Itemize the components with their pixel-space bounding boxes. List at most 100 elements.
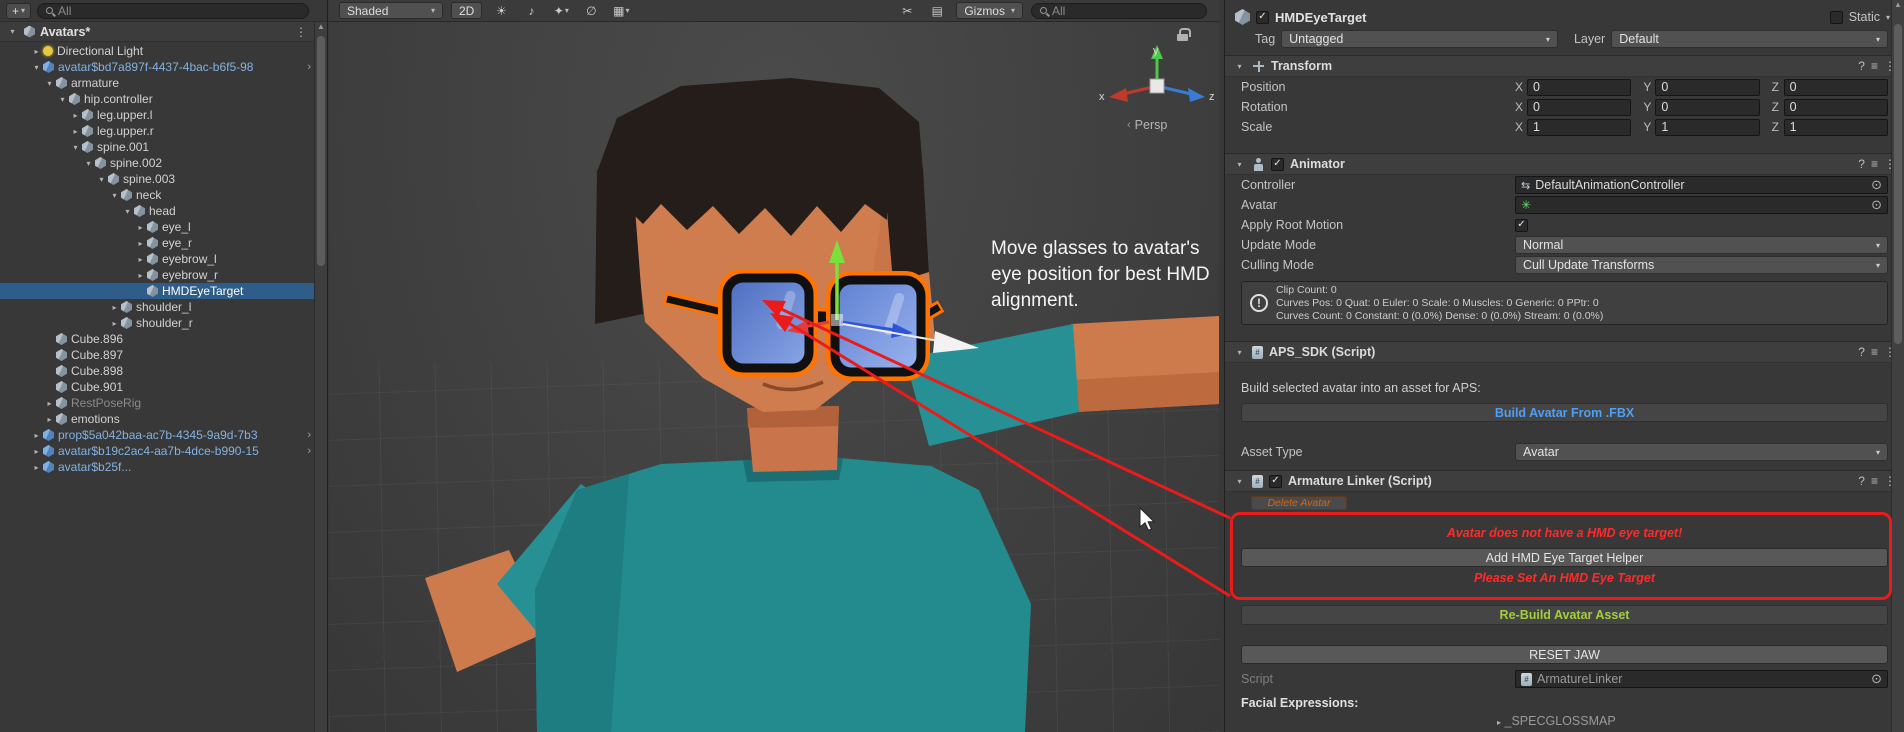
foldout-icon[interactable]: ▸ — [30, 463, 43, 472]
foldout-icon[interactable]: ▾ — [69, 143, 82, 152]
tree-item[interactable]: ▾ avatar$bd7a897f-4437-4bac-b6f5-98 › — [0, 59, 327, 75]
tree-item[interactable]: Cube.901 — [0, 379, 327, 395]
hierarchy-search-input[interactable] — [58, 3, 300, 18]
scale-y-field[interactable]: 1 — [1655, 118, 1760, 136]
animator-enabled-checkbox[interactable]: ✓ — [1271, 157, 1284, 171]
prefab-chevron-icon[interactable]: › — [307, 429, 311, 441]
scale-x-field[interactable]: 1 — [1527, 118, 1632, 136]
asset-type-dropdown[interactable]: Avatar ▾ — [1515, 443, 1888, 461]
inspector-scrollbar[interactable]: ▲ — [1891, 0, 1904, 732]
tree-item[interactable]: ▸ RestPoseRig — [0, 395, 327, 411]
controller-object-field[interactable]: ⇆ DefaultAnimationController ⊙ — [1515, 176, 1888, 194]
foldout-icon[interactable]: ▸ — [108, 303, 121, 312]
tree-item[interactable]: ▸ eye_l — [0, 219, 327, 235]
foldout-icon[interactable]: ▸ — [43, 399, 56, 408]
object-picker-icon[interactable]: ⊙ — [1871, 177, 1882, 193]
rotation-x-field[interactable]: 0 — [1527, 98, 1632, 116]
tree-item[interactable]: ▾ spine.001 — [0, 139, 327, 155]
foldout-icon[interactable]: ▸ — [134, 271, 147, 280]
scene-header-row[interactable]: ▾ Avatars* ⋮ — [0, 22, 327, 42]
rotation-y-field[interactable]: 0 — [1655, 98, 1760, 116]
transform-component-header[interactable]: ▾ Transform ? ≡ ⋮ — [1225, 55, 1904, 77]
foldout-icon[interactable]: ▸ — [30, 447, 43, 456]
foldout-icon[interactable]: ▾ — [1233, 62, 1246, 71]
tree-item[interactable]: ▾ neck — [0, 187, 327, 203]
tree-item[interactable]: ▸ eye_r — [0, 235, 327, 251]
script-object-field[interactable]: # ArmatureLinker ⊙ — [1515, 670, 1888, 688]
foldout-icon[interactable]: ▸ — [134, 255, 147, 264]
scene-search-input[interactable] — [1052, 3, 1198, 18]
tree-item[interactable]: ▸ avatar$b25f... — [0, 459, 327, 475]
lighting-toggle-icon[interactable]: ☀ — [490, 2, 512, 19]
tree-item[interactable]: ▸ eyebrow_r — [0, 267, 327, 283]
gizmos-dropdown[interactable]: Gizmos ▾ — [956, 2, 1023, 19]
tree-item-selected[interactable]: HMDEyeTarget — [0, 283, 327, 299]
overlays-icon[interactable]: ▤ — [926, 2, 948, 19]
avatar-character[interactable] — [329, 22, 1219, 732]
foldout-icon[interactable]: ▾ — [121, 207, 134, 216]
tree-item[interactable]: ▸ emotions — [0, 411, 327, 427]
rebuild-avatar-button[interactable]: Re-Build Avatar Asset — [1241, 605, 1888, 625]
animator-component-header[interactable]: ▾ ✓ Animator ? ≡ ⋮ — [1225, 153, 1904, 175]
foldout-icon[interactable]: ▸ — [134, 223, 147, 232]
object-picker-icon[interactable]: ⊙ — [1871, 671, 1882, 687]
2d-toggle[interactable]: 2D — [451, 2, 483, 19]
foldout-icon[interactable]: ▸ — [69, 111, 82, 120]
foldout-icon[interactable]: ▸ — [134, 239, 147, 248]
foldout-icon[interactable]: ▸ — [108, 319, 121, 328]
delete-avatar-button[interactable]: Delete Avatar — [1251, 496, 1347, 510]
effects-dropdown-icon[interactable]: ✦ ▾ — [550, 2, 572, 19]
reset-jaw-button[interactable]: RESET JAW — [1241, 645, 1888, 664]
update-mode-dropdown[interactable]: Normal ▾ — [1515, 236, 1888, 254]
tree-item[interactable]: ▸ Directional Light — [0, 43, 327, 59]
foldout-icon[interactable]: ▾ — [6, 27, 19, 36]
presets-icon[interactable]: ≡ — [1871, 59, 1878, 73]
static-checkbox[interactable] — [1829, 10, 1843, 24]
more-icon[interactable]: ⋮ — [295, 25, 307, 39]
aps-sdk-component-header[interactable]: ▾ # APS_SDK (Script) ? ≡ ⋮ — [1225, 341, 1904, 363]
tree-item[interactable]: ▸ leg.upper.r — [0, 123, 327, 139]
presets-icon[interactable]: ≡ — [1871, 157, 1878, 171]
tree-item[interactable]: ▸ prop$5a042baa-ac7b-4345-9a9d-7b3 › — [0, 427, 327, 443]
foldout-icon[interactable]: ▸ — [43, 415, 56, 424]
apply-root-motion-checkbox[interactable]: ✓ — [1515, 218, 1528, 232]
grid-settings-icon[interactable]: ▦ ▾ — [610, 2, 632, 19]
tag-dropdown[interactable]: Untagged ▾ — [1281, 30, 1558, 48]
foldout-icon[interactable]: ▾ — [30, 63, 43, 72]
foldout-icon[interactable]: ▾ — [56, 95, 69, 104]
tree-item[interactable]: Cube.898 — [0, 363, 327, 379]
foldout-icon[interactable]: ▸ — [30, 47, 43, 56]
armature-linker-enabled-checkbox[interactable]: ✓ — [1269, 474, 1282, 488]
scroll-up-icon[interactable]: ▲ — [315, 22, 327, 32]
presets-icon[interactable]: ≡ — [1871, 474, 1878, 488]
tree-item[interactable]: ▸ avatar$b19c2ac4-aa7b-4dce-b990-15 › — [0, 443, 327, 459]
scene-canvas[interactable]: y x z ‹ Persp Move glasses to avatar's e… — [329, 22, 1219, 732]
object-picker-icon[interactable]: ⊙ — [1871, 197, 1882, 213]
tree-item[interactable]: ▾ spine.003 — [0, 171, 327, 187]
scrollbar-thumb[interactable] — [317, 36, 325, 266]
foldout-icon[interactable]: ▾ — [1233, 477, 1246, 486]
tool-settings-icon[interactable]: ✂ — [896, 2, 918, 19]
foldout-icon[interactable]: ▾ — [43, 79, 56, 88]
tree-item[interactable]: ▸ shoulder_r — [0, 315, 327, 331]
lock-icon[interactable] — [1177, 28, 1191, 41]
projection-mode[interactable]: ‹ Persp — [1127, 118, 1167, 132]
help-icon[interactable]: ? — [1858, 157, 1865, 171]
tree-item[interactable]: ▸ eyebrow_l — [0, 251, 327, 267]
tree-item[interactable]: Cube.897 — [0, 347, 327, 363]
tree-item[interactable]: ▾ armature — [0, 75, 327, 91]
foldout-icon[interactable]: ▾ — [95, 175, 108, 184]
layer-dropdown[interactable]: Default ▾ — [1611, 30, 1888, 48]
scroll-up-icon[interactable]: ▲ — [1892, 0, 1904, 10]
help-icon[interactable]: ? — [1858, 59, 1865, 73]
avatar-object-field[interactable]: ✳ ⊙ — [1515, 196, 1888, 214]
foldout-icon[interactable]: ▾ — [82, 159, 95, 168]
scrollbar-thumb[interactable] — [1894, 24, 1902, 344]
active-checkbox[interactable]: ✓ — [1256, 10, 1269, 24]
scene-search[interactable] — [1031, 2, 1207, 19]
tree-item[interactable]: ▾ head — [0, 203, 327, 219]
orientation-gizmo[interactable]: y x z — [1095, 42, 1219, 114]
foldout-icon[interactable]: ▾ — [108, 191, 121, 200]
chevron-down-icon[interactable]: ▾ — [1886, 13, 1890, 22]
tree-item[interactable]: ▸ leg.upper.l — [0, 107, 327, 123]
